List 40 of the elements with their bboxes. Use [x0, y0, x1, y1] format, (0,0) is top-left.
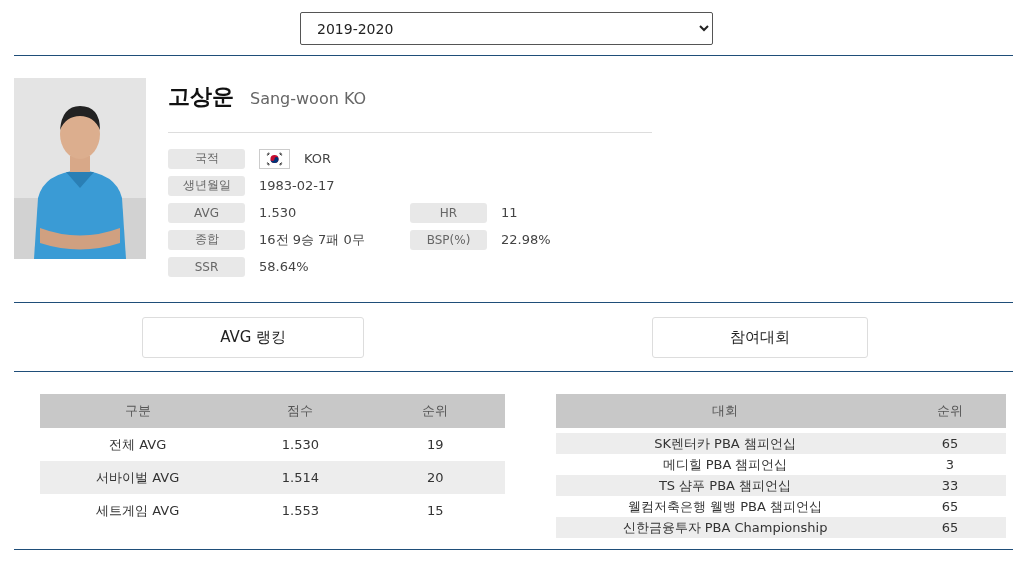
- table-cell: 신한금융투자 PBA Championship: [556, 517, 894, 538]
- table-cell: TS 샴푸 PBA 챔피언십: [556, 475, 894, 496]
- table-cell: 65: [894, 496, 1006, 517]
- table-cell: 서바이벌 AVG: [40, 461, 236, 494]
- info-value: KOR: [304, 151, 332, 166]
- info-value: 22.98%: [501, 232, 551, 247]
- column-header: 구분: [40, 394, 236, 428]
- info-label: 생년월일: [168, 175, 245, 196]
- info-label: BSP(%): [410, 229, 487, 250]
- table-cell: 1.514: [235, 461, 366, 494]
- table-cell: 1.530: [235, 428, 366, 461]
- table-cell: 33: [894, 475, 1006, 496]
- info-value: 58.64%: [259, 259, 309, 274]
- info-value: 16전 9승 7패 0무: [259, 230, 365, 249]
- table-cell: 메디힐 PBA 챔피언십: [556, 454, 894, 475]
- player-name-english: Sang-woon KO: [250, 89, 367, 108]
- table-cell: 3: [894, 454, 1006, 475]
- table-cell: 65: [894, 517, 1006, 538]
- table-cell: 웰컴저축은행 웰뱅 PBA 챔피언십: [556, 496, 894, 517]
- column-header: 순위: [894, 394, 1006, 428]
- table-cell: 20: [365, 461, 505, 494]
- table-cell: 전체 AVG: [40, 428, 236, 461]
- season-select[interactable]: 2019-2020: [300, 12, 713, 45]
- info-label: SSR: [168, 256, 245, 277]
- info-label: AVG: [168, 202, 245, 223]
- info-value: 1983-02-17: [259, 178, 335, 193]
- column-header: 점수: [235, 394, 366, 428]
- info-label: HR: [410, 202, 487, 223]
- column-header: 대회: [556, 394, 894, 428]
- info-value: 11: [501, 205, 518, 220]
- info-value: 1.530: [259, 205, 297, 220]
- table-cell: 19: [365, 428, 505, 461]
- column-header: 순위: [365, 394, 505, 428]
- info-label: 국적: [168, 148, 245, 169]
- tab[interactable]: 참여대회: [651, 316, 868, 358]
- info-label: 종합: [168, 229, 245, 250]
- player-name: 고상운: [168, 83, 234, 111]
- tab[interactable]: AVG 랭킹: [142, 316, 365, 358]
- table-cell: 65: [894, 433, 1006, 454]
- table-cell: SK렌터카 PBA 챔피언십: [556, 433, 894, 454]
